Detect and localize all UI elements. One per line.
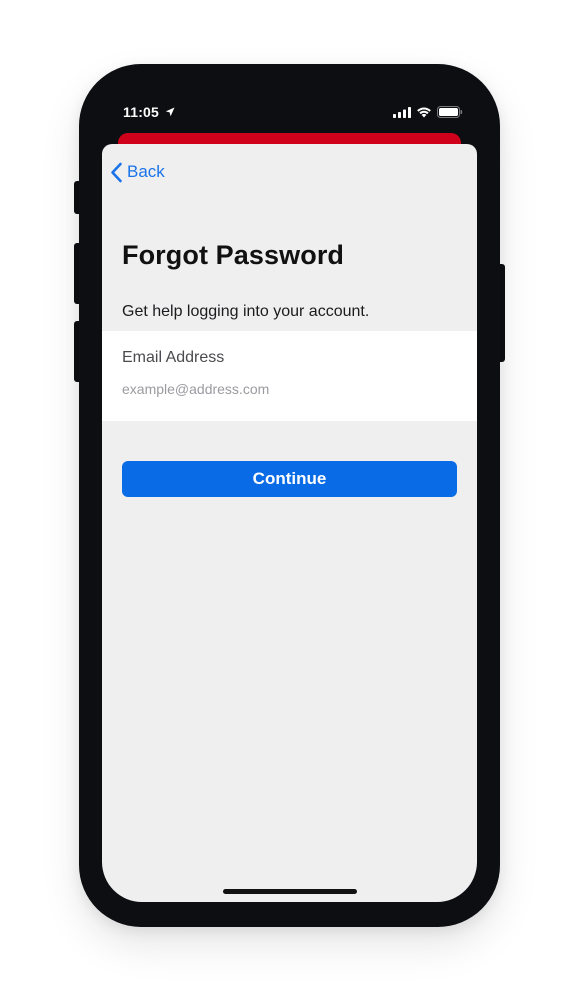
location-arrow-icon [165,107,175,117]
email-field[interactable] [122,377,452,401]
forgot-password-sheet: Back Forgot Password Get help logging in… [102,144,477,902]
status-time-text: 11:05 [123,104,160,120]
back-button[interactable]: Back [110,160,165,184]
email-field-label: Email Address [122,349,225,366]
email-field-group: Email Address [102,331,477,421]
notch [185,87,394,119]
back-button-label: Back [127,162,165,181]
status-bar: 11:05 [102,87,477,131]
chevron-left-icon [111,162,122,182]
phone-screen: 11:05 Back Forgot Password Get help logg… [102,87,477,902]
mockup-stage: 11:05 Back Forgot Password Get help logg… [0,0,579,992]
page-title: Forgot Password [122,240,345,270]
battery-icon [437,106,463,118]
continue-button[interactable]: Continue [122,461,457,497]
status-time: 11:05 [123,104,175,120]
status-icons [393,105,463,119]
page-subtitle: Get help logging into your account. [122,303,370,320]
wifi-icon [417,107,431,118]
cellular-signal-icon [393,106,411,118]
home-indicator [223,889,357,894]
